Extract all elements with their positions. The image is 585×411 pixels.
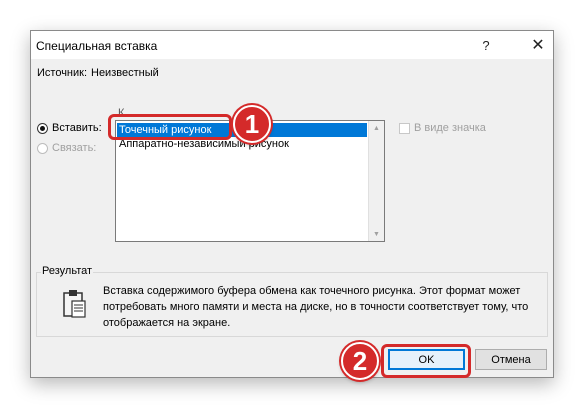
close-icon[interactable]: ✕ (523, 31, 553, 59)
source-value: Неизвестный (91, 67, 159, 79)
link-label[interactable]: Связать: (52, 142, 96, 154)
list-scrollbar[interactable]: ▲ ▼ (368, 121, 384, 241)
cancel-button[interactable]: Отмена (475, 349, 547, 370)
paste-special-dialog: Специальная вставка ? ✕ Источник: Неизве… (30, 30, 554, 378)
step-badge-2: 2 (341, 342, 379, 380)
help-icon[interactable]: ? (471, 31, 501, 59)
link-radio[interactable] (37, 143, 48, 154)
paste-radio[interactable] (37, 123, 48, 134)
scroll-up-icon[interactable]: ▲ (369, 121, 384, 135)
source-label: Источник: (37, 67, 88, 79)
clipboard-icon (61, 289, 87, 319)
result-description: Вставка содержимого буфера обмена как то… (103, 285, 529, 329)
dialog-title: Специальная вставка (36, 39, 158, 53)
result-group-label: Результат (41, 265, 94, 277)
step-badge-1: 1 (233, 105, 271, 143)
highlight-frame-2 (381, 344, 471, 378)
title-bar: Специальная вставка ? ✕ (31, 31, 553, 59)
display-as-icon-label[interactable]: В виде значка (414, 122, 486, 134)
result-group: Результат Вставка содержимого буфера обм… (36, 265, 548, 337)
display-as-icon-checkbox[interactable] (399, 123, 410, 134)
highlight-frame-1 (108, 114, 232, 140)
paste-label[interactable]: Вставить: (52, 122, 102, 134)
scroll-down-icon[interactable]: ▼ (369, 227, 384, 241)
